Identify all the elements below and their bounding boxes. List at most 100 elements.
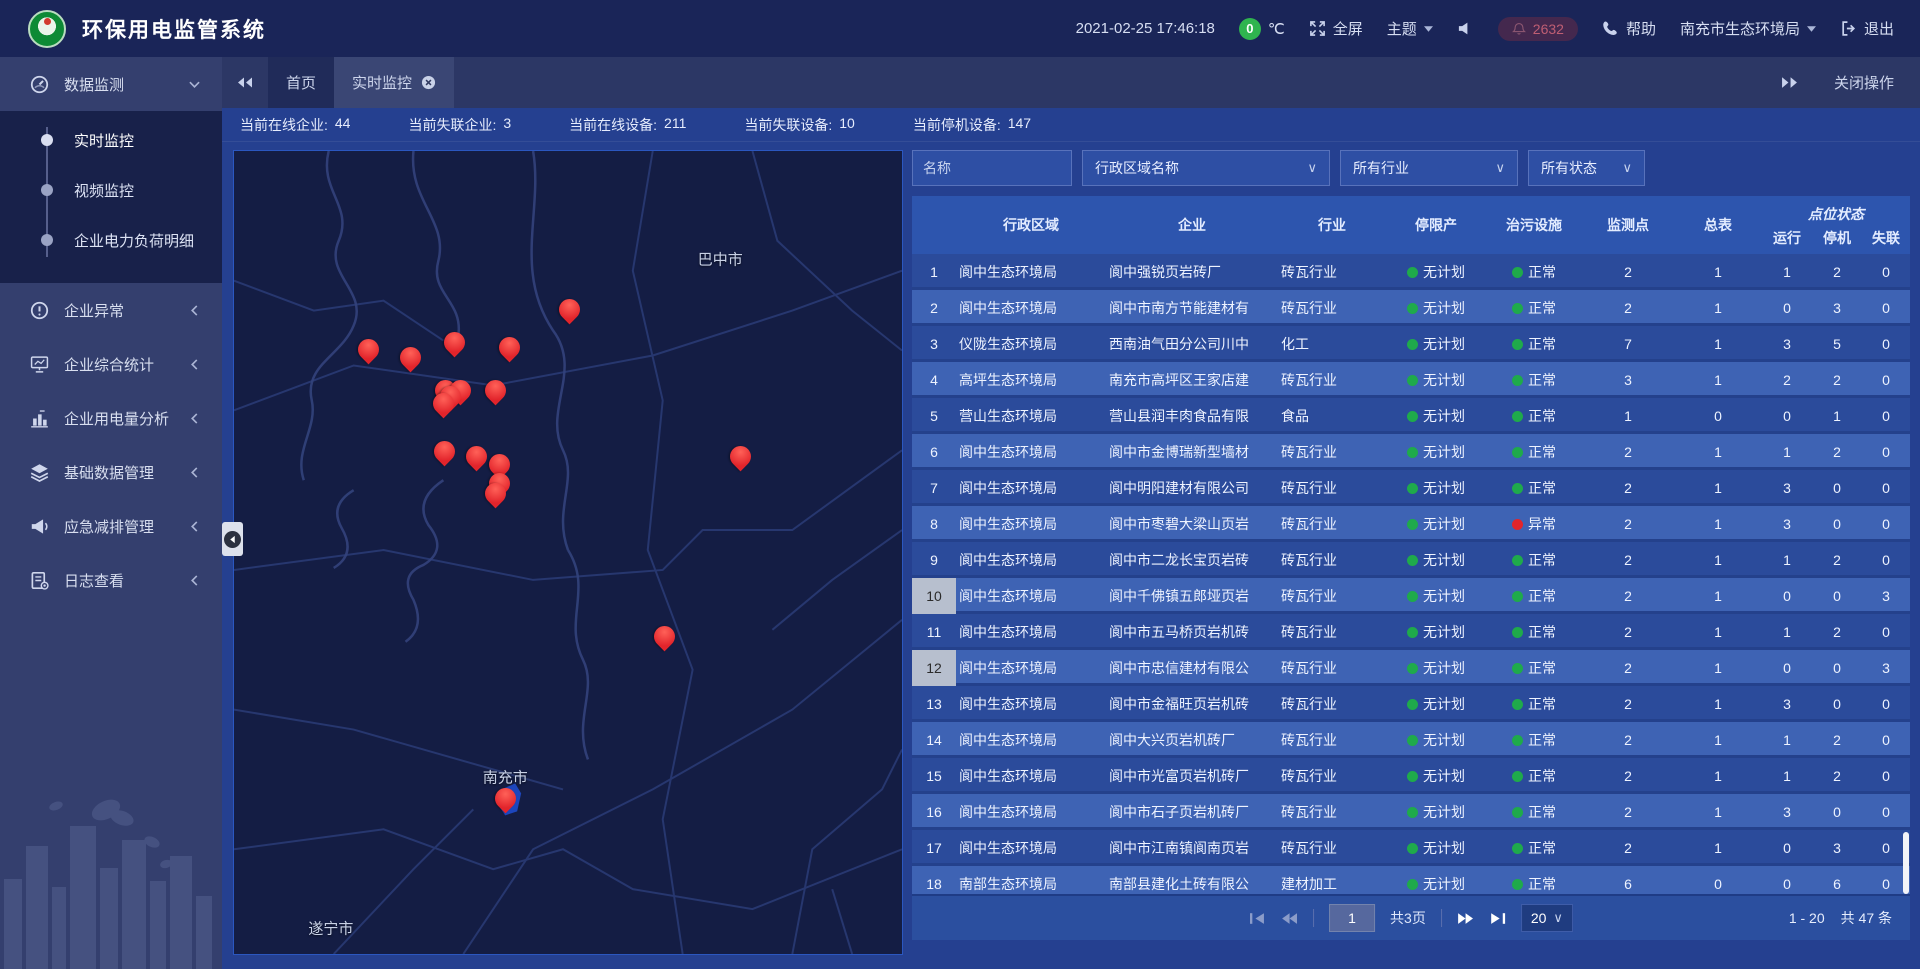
map-pin-icon[interactable] (430, 436, 460, 466)
chevron-down-icon: ∨ (1307, 160, 1317, 176)
table-row[interactable]: 4高坪生态环境局南充市高坪区王家店建砖瓦行业无计划正常31220 (912, 362, 1910, 398)
sidebar-item-企业电力负荷明细[interactable]: 企业电力负荷明细 (0, 215, 222, 265)
table-row[interactable]: 6阆中生态环境局阆中市金博瑞新型墙材砖瓦行业无计划正常21120 (912, 434, 1910, 470)
cell-pollution-facility: 异常 (1486, 506, 1582, 542)
cell-running: 3 (1762, 794, 1812, 830)
tab-实时监控[interactable]: 实时监控 (334, 57, 454, 108)
cell-production-limit: 无计划 (1386, 362, 1486, 398)
map-collapse-handle[interactable] (222, 522, 243, 556)
page-number-input[interactable]: 1 (1329, 904, 1375, 932)
map-pin-icon[interactable] (554, 295, 584, 325)
map-pin-icon[interactable] (726, 441, 756, 471)
map-pin-icon[interactable] (491, 783, 521, 813)
status-dot (1512, 411, 1523, 422)
divider (1313, 909, 1314, 927)
tab-label: 实时监控 (352, 72, 412, 93)
cell-running: 3 (1762, 506, 1812, 542)
map-pin-icon[interactable] (649, 622, 679, 652)
table-row[interactable]: 13阆中生态环境局阆中市金福旺页岩机砖砖瓦行业无计划正常21300 (912, 686, 1910, 722)
stat-value: 3 (503, 115, 511, 135)
map-panel[interactable]: 巴中市南充市遂宁市 (233, 150, 903, 955)
name-search-input[interactable] (912, 150, 1072, 186)
map-city-label: 遂宁市 (308, 917, 353, 938)
cell-industry: 砖瓦行业 (1278, 506, 1386, 542)
sidebar-group-基础数据管理[interactable]: 基础数据管理 (0, 445, 222, 499)
table-row[interactable]: 7阆中生态环境局阆中明阳建材有限公司砖瓦行业无计划正常21300 (912, 470, 1910, 506)
first-page-button[interactable] (1249, 912, 1266, 925)
table-row[interactable]: 12阆中生态环境局阆中市忠信建材有限公砖瓦行业无计划正常21003 (912, 650, 1910, 686)
help-button[interactable]: 帮助 (1602, 18, 1656, 39)
cell-production-limit: 无计划 (1386, 542, 1486, 578)
status-dot (1407, 375, 1418, 386)
logout-button[interactable]: 退出 (1840, 18, 1894, 39)
fullscreen-button[interactable]: 全屏 (1309, 18, 1363, 39)
row-index: 11 (912, 614, 956, 650)
table-row[interactable]: 10阆中生态环境局阆中千佛镇五郎垭页岩砖瓦行业无计划正常21003 (912, 578, 1910, 614)
sidebar-group-应急减排管理[interactable]: 应急减排管理 (0, 499, 222, 553)
table-row[interactable]: 8阆中生态环境局阆中市枣碧大梁山页岩砖瓦行业无计划异常21300 (912, 506, 1910, 542)
tabs-scroll-left-button[interactable] (222, 57, 268, 108)
table-row[interactable]: 14阆中生态环境局阆中大兴页岩机砖厂砖瓦行业无计划正常21120 (912, 722, 1910, 758)
cell-stopped: 2 (1812, 758, 1862, 794)
map-pin-icon[interactable] (396, 342, 426, 372)
cell-stopped: 2 (1812, 362, 1862, 398)
close-operations-button[interactable]: 关闭操作 (1834, 72, 1894, 93)
stat-label: 当前失联企业: (408, 115, 496, 135)
cell-industry: 砖瓦行业 (1278, 614, 1386, 650)
map-pin-icon[interactable] (354, 334, 384, 364)
tabs-scroll-right-button[interactable] (1781, 74, 1798, 91)
table-row[interactable]: 18南部生态环境局南部县建化土砖有限公建材加工无计划正常60060 (912, 866, 1910, 894)
last-page-button[interactable] (1489, 912, 1506, 925)
industry-select[interactable]: 所有行业 ∨ (1340, 150, 1518, 186)
page-size-select[interactable]: 20 ∨ (1521, 904, 1573, 932)
status-dot (1512, 843, 1523, 854)
status-select[interactable]: 所有状态 ∨ (1528, 150, 1645, 186)
cell-stopped: 2 (1812, 434, 1862, 470)
status-dot (1407, 339, 1418, 350)
row-index: 16 (912, 794, 956, 830)
cell-total-meters: 1 (1674, 578, 1762, 614)
cell-region: 阆中生态环境局 (956, 722, 1106, 758)
org-dropdown[interactable]: 南充市生态环境局 (1680, 18, 1816, 39)
map-pin-icon[interactable] (481, 375, 511, 405)
cell-total-meters: 1 (1674, 758, 1762, 794)
table-row[interactable]: 17阆中生态环境局阆中市江南镇阆南页岩砖瓦行业无计划正常21030 (912, 830, 1910, 866)
sidebar-group-数据监测[interactable]: 数据监测 (0, 57, 222, 111)
stat-item: 当前在线企业:44 (240, 115, 350, 135)
prev-page-button[interactable] (1281, 912, 1298, 925)
close-icon[interactable] (421, 75, 436, 90)
table-scrollbar-thumb[interactable] (1903, 832, 1909, 894)
table-row[interactable]: 3仪陇生态环境局西南油气田分公司川中化工无计划正常71350 (912, 326, 1910, 362)
cell-production-limit: 无计划 (1386, 398, 1486, 434)
map-pin-icon[interactable] (495, 333, 525, 363)
column-header-停限产: 停限产 (1386, 196, 1486, 254)
cell-running: 0 (1762, 650, 1812, 686)
sidebar-group-企业用电量分析[interactable]: 企业用电量分析 (0, 391, 222, 445)
next-page-button[interactable] (1457, 912, 1474, 925)
alarm-counter-pill[interactable]: 2632 (1498, 17, 1578, 41)
cell-stopped: 0 (1812, 686, 1862, 722)
cell-stopped: 6 (1812, 866, 1862, 894)
sidebar-group-企业异常[interactable]: 企业异常 (0, 283, 222, 337)
fullscreen-icon (1309, 20, 1326, 37)
sidebar-item-实时监控[interactable]: 实时监控 (0, 115, 222, 165)
sidebar-group-日志查看[interactable]: 日志查看 (0, 553, 222, 607)
theme-dropdown[interactable]: 主题 (1387, 18, 1433, 39)
tab-首页[interactable]: 首页 (268, 57, 334, 108)
table-row[interactable]: 5营山生态环境局营山县润丰肉食品有限食品无计划正常10010 (912, 398, 1910, 434)
cell-region: 阆中生态环境局 (956, 758, 1106, 794)
table-row[interactable]: 16阆中生态环境局阆中市石子页岩机砖厂砖瓦行业无计划正常21300 (912, 794, 1910, 830)
map-pin-icon[interactable] (440, 328, 470, 358)
sidebar-group-企业综合统计[interactable]: 企业综合统计 (0, 337, 222, 391)
mute-button[interactable] (1457, 20, 1474, 37)
temperature-badge: 0 (1239, 18, 1261, 40)
table-row[interactable]: 15阆中生态环境局阆中市光富页岩机砖厂砖瓦行业无计划正常21120 (912, 758, 1910, 794)
map-pin-icon[interactable] (462, 441, 492, 471)
cell-monitor-points: 2 (1582, 254, 1674, 290)
table-row[interactable]: 11阆中生态环境局阆中市五马桥页岩机砖砖瓦行业无计划正常21120 (912, 614, 1910, 650)
table-row[interactable]: 2阆中生态环境局阆中市南方节能建材有砖瓦行业无计划正常21030 (912, 290, 1910, 326)
table-row[interactable]: 1阆中生态环境局阆中强锐页岩砖厂砖瓦行业无计划正常21120 (912, 254, 1910, 290)
sidebar-item-视频监控[interactable]: 视频监控 (0, 165, 222, 215)
table-row[interactable]: 9阆中生态环境局阆中市二龙长宝页岩砖砖瓦行业无计划正常21120 (912, 542, 1910, 578)
region-select[interactable]: 行政区域名称 ∨ (1082, 150, 1330, 186)
